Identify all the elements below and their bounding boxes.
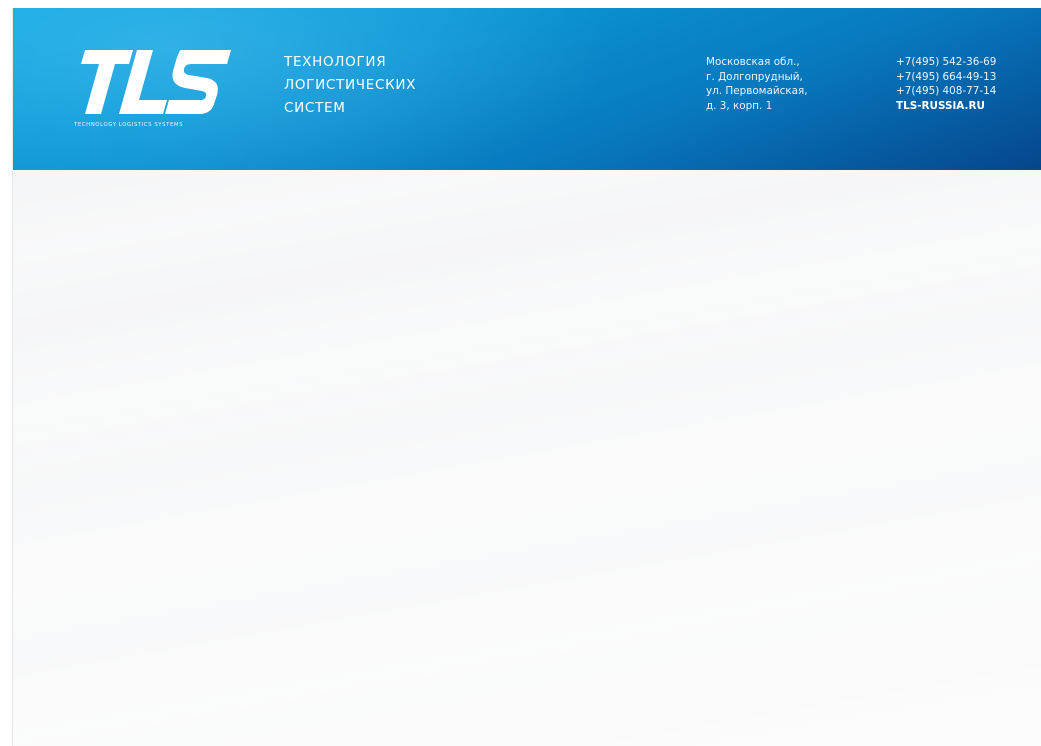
phone-number: +7(495) 408-77-14 [896,85,997,97]
page: TECHNOLOGY LOGISTICS SYSTEMS ТЕХНОЛОГИЯ … [0,0,1041,746]
company-logo: TECHNOLOGY LOGISTICS SYSTEMS [71,48,241,132]
address-line: г. Долгопрудный, [706,70,803,83]
address-line: Московская обл., [706,56,800,68]
address-line: ул. Первомайская, [706,85,808,97]
address-line: д. 3, корп. 1 [706,99,773,112]
phone-number: +7(495) 664-49-13 [896,70,997,83]
website-link: TLS-RUSSIA.RU [896,99,985,112]
company-address: Московская обл., г. Долгопрудный, ул. Пе… [706,55,856,113]
logo-tagline: TECHNOLOGY LOGISTICS SYSTEMS [74,122,184,128]
phone-number: +7(495) 542-36-69 [896,56,997,68]
letterhead-header: TECHNOLOGY LOGISTICS SYSTEMS ТЕХНОЛОГИЯ … [13,8,1041,170]
company-name-line: ТЕХНОЛОГИЯ [284,54,387,70]
company-name-line: СИСТЕМ [284,100,346,116]
tls-logo-mark [81,50,231,114]
company-name-line: ЛОГИСТИЧЕСКИХ [284,77,417,93]
letterhead-sheet: TECHNOLOGY LOGISTICS SYSTEMS ТЕХНОЛОГИЯ … [13,8,1041,746]
company-contacts: +7(495) 542-36-69 +7(495) 664-49-13 +7(4… [896,55,1036,113]
company-name: ТЕХНОЛОГИЯ ЛОГИСТИЧЕСКИХ СИСТЕМ [284,51,484,120]
